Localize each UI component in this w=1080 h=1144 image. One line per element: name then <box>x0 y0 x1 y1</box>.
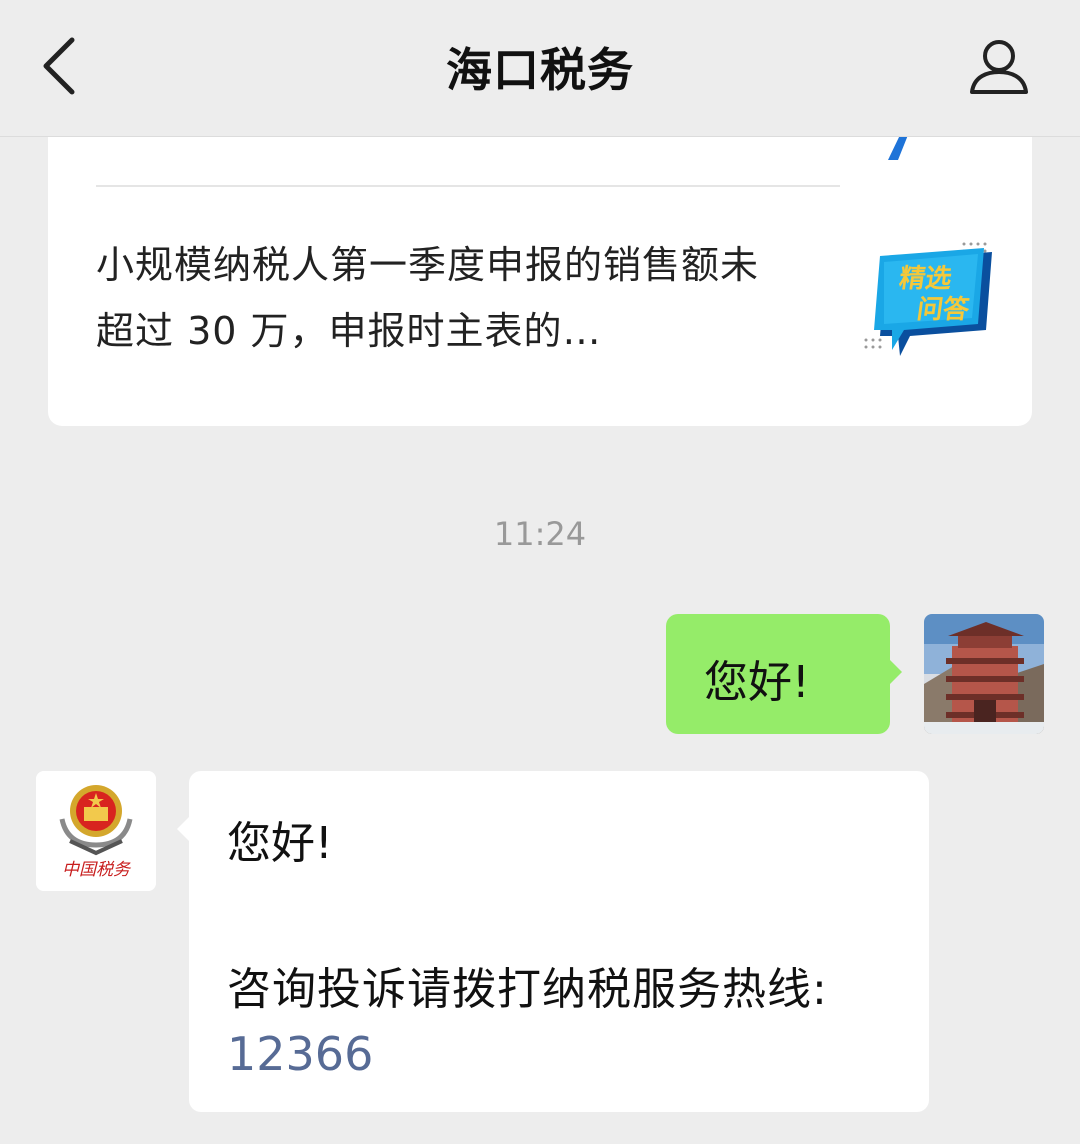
official-account-avatar[interactable]: 中国税务 <box>36 771 156 891</box>
bubble-tail <box>888 658 902 686</box>
tax-emblem-icon: 中国税务 <box>36 771 156 891</box>
profile-button[interactable] <box>964 34 1034 98</box>
bot-greeting: 您好! <box>227 818 333 869</box>
hotline-phone-link[interactable]: 12366 <box>227 1027 373 1081</box>
person-icon <box>970 40 1028 94</box>
top-navigation-bar: 海口税务 <box>0 0 1080 137</box>
page-title: 海口税务 <box>446 43 634 97</box>
qa-thumbnail: 精选 问答 <box>864 242 992 356</box>
thumbnail-text-2: 问答 <box>915 294 972 325</box>
thumbnail-text-1: 精选 <box>897 264 953 294</box>
article-title: 小规模纳税人第一季度申报的销售额未超过 30 万，申报时主表的… <box>96 243 760 353</box>
bot-hotline-text: 咨询投诉请拨打纳税服务热线: <box>227 964 828 1015</box>
bubble-tail <box>177 815 191 843</box>
article-card[interactable]: 小规模纳税人第一季度申报的销售额未超过 30 万，申报时主表的… 精选 问答 <box>48 100 1032 426</box>
card-divider <box>96 185 840 187</box>
my-message-bubble[interactable]: 您好! <box>666 614 902 734</box>
svg-text:中国税务: 中国税务 <box>62 860 132 880</box>
my-avatar[interactable] <box>924 614 1044 734</box>
my-message-text: 您好! <box>704 657 810 708</box>
message-timestamp: 11:24 <box>493 515 587 553</box>
avatar-image <box>924 614 1044 734</box>
bot-message-bubble[interactable]: 您好! 咨询投诉请拨打纳税服务热线: 12366 <box>177 771 929 1112</box>
